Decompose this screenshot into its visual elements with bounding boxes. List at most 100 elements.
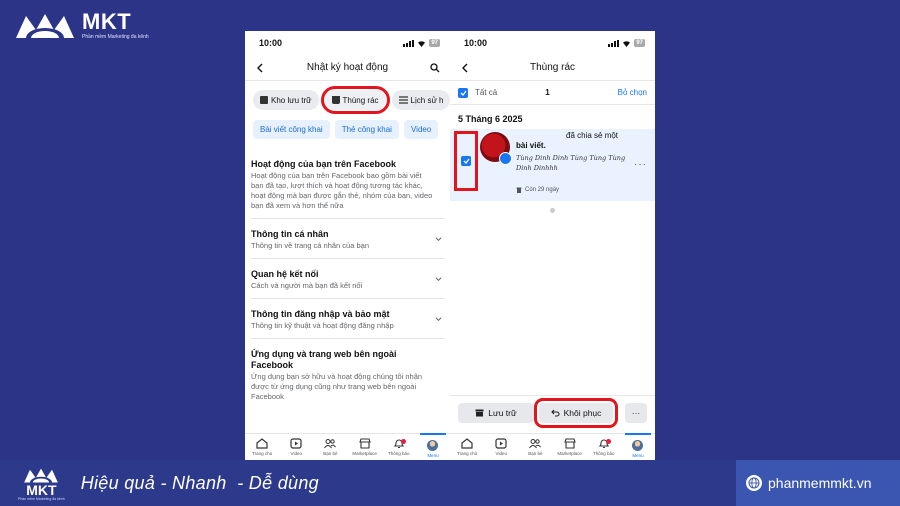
restore-button[interactable]: Khôi phục	[534, 397, 618, 428]
marketplace-icon	[563, 438, 576, 449]
tab-video[interactable]: Video	[484, 434, 518, 462]
footer-logo: MKT Phần mềm Marketing đa kênh	[18, 466, 65, 501]
tab-marketplace[interactable]: Marketplace	[348, 434, 382, 462]
deselect-button[interactable]: Bỏ chọn	[618, 88, 647, 97]
battery-icon: 97	[634, 39, 645, 47]
mkt-logo-icon	[24, 468, 59, 483]
select-all-label: Tất cả	[475, 88, 498, 97]
tab-home[interactable]: Trang chủ	[450, 434, 484, 462]
signal-icon	[403, 39, 415, 47]
tab-video[interactable]: Video	[279, 434, 313, 462]
chevron-down-icon	[435, 316, 442, 321]
loading-indicator	[550, 208, 555, 213]
list-icon	[398, 96, 408, 104]
check-icon	[460, 90, 467, 96]
back-button[interactable]	[458, 61, 472, 75]
status-bar: 10:00 97	[245, 31, 450, 55]
footer-banner: MKT Phần mềm Marketing đa kênh Hiệu quả …	[0, 460, 900, 506]
back-button[interactable]	[253, 61, 267, 75]
trash-item[interactable]: đã chia sẻ một bài viết. Tùng Dinh Dinh …	[450, 129, 655, 201]
search-button[interactable]	[428, 61, 442, 75]
archive-icon	[260, 96, 268, 104]
more-actions-button[interactable]: ···	[625, 402, 647, 423]
signal-icon	[608, 39, 620, 47]
filter-chips: Bài viết công khai Thẻ công khai Video	[245, 110, 450, 139]
avatar-icon	[632, 440, 644, 451]
item-more-button[interactable]: ···	[634, 159, 647, 170]
item-post-preview: Tùng Dinh Dinh Tùng Tùng Tùng Dinh Dinhh…	[516, 154, 626, 172]
brand-logo: MKT Phần mềm Marketing đa kênh	[14, 10, 149, 40]
tab-notifications[interactable]: Thông báo	[382, 434, 416, 462]
activity-log-screen: 10:00 97 Nhật ký hoạt động Kho lưu trữ T…	[245, 31, 450, 462]
globe-icon	[746, 475, 762, 491]
filter-public-posts[interactable]: Bài viết công khai	[253, 120, 330, 139]
select-all-row: Tất cả 1 Bỏ chọn	[450, 81, 655, 105]
archive-icon	[475, 409, 484, 416]
chip-history[interactable]: Lịch sử h	[391, 90, 450, 110]
notification-badge	[400, 439, 406, 444]
selected-count: 1	[545, 88, 550, 97]
page-title: Nhật ký hoạt động	[306, 62, 389, 73]
activity-sections: Hoạt động của bạn trên Facebook Hoạt độn…	[245, 139, 450, 409]
tab-home[interactable]: Trang chủ	[245, 434, 279, 462]
bottom-tab-bar: Trang chủ Video Bạn bè Marketplace Thông…	[245, 433, 450, 462]
brand-tagline: Phần mềm Marketing đa kênh	[82, 33, 149, 40]
category-chips: Kho lưu trữ Thùng rác Lịch sử h	[245, 81, 450, 114]
tab-friends[interactable]: Bạn bè	[518, 434, 552, 462]
filter-public-tags[interactable]: Thẻ công khai	[334, 120, 399, 139]
section-personal-info[interactable]: Thông tin cá nhân Thông tin về trang cá …	[251, 219, 444, 259]
page-title: Thùng rác	[529, 62, 576, 73]
notification-badge	[605, 439, 611, 444]
marketplace-icon	[358, 438, 371, 449]
trash-screen: 10:00 97 Thùng rác Tất cả 1 Bỏ chọn 5 Th…	[450, 31, 655, 462]
section-offsite-activity[interactable]: Ứng dụng và trang web bên ngoài Facebook…	[251, 339, 444, 409]
nav-header: Nhật ký hoạt động	[245, 55, 450, 81]
tab-notifications[interactable]: Thông báo	[587, 434, 621, 462]
status-bar: 10:00 97	[450, 31, 655, 55]
chevron-down-icon	[435, 276, 442, 281]
avatar-icon	[427, 440, 439, 451]
friends-icon	[529, 439, 542, 449]
nav-header: Thùng rác	[450, 55, 655, 81]
tab-marketplace[interactable]: Marketplace	[553, 434, 587, 462]
item-checkbox-highlight	[454, 131, 478, 191]
home-icon	[461, 438, 473, 449]
chevron-left-icon	[462, 63, 468, 72]
tab-menu[interactable]: Menu	[416, 433, 450, 462]
trash-icon	[331, 96, 340, 104]
item-checkbox[interactable]	[461, 156, 471, 166]
undo-icon	[550, 409, 560, 417]
chevron-left-icon	[257, 63, 263, 72]
website-badge[interactable]: phanmemmkt.vn	[736, 460, 900, 506]
battery-icon: 97	[429, 39, 440, 47]
tab-friends[interactable]: Bạn bè	[313, 434, 347, 462]
search-icon	[430, 62, 440, 72]
section-facebook-activity[interactable]: Hoạt động của bạn trên Facebook Hoạt độn…	[251, 153, 444, 219]
item-days-left: Còn 29 ngày	[516, 187, 559, 193]
archive-button[interactable]: Lưu trữ	[458, 402, 534, 423]
profile-badge-icon	[499, 152, 512, 165]
chip-trash[interactable]: Thùng rác	[320, 86, 390, 114]
wifi-icon	[418, 40, 426, 47]
wifi-icon	[623, 40, 631, 47]
trash-icon	[516, 187, 522, 193]
chip-archive[interactable]: Kho lưu trữ	[253, 90, 319, 110]
tab-menu[interactable]: Menu	[621, 433, 655, 462]
video-icon	[495, 438, 507, 449]
bottom-tab-bar: Trang chủ Video Bạn bè Marketplace Thông…	[450, 433, 655, 462]
section-connections[interactable]: Quan hệ kết nối Cách và người mà bạn đã …	[251, 259, 444, 299]
website-url: phanmemmkt.vn	[768, 475, 872, 491]
video-icon	[290, 438, 302, 449]
bottom-actions: Lưu trữ Khôi phục ···	[450, 395, 655, 429]
footer-slogan: Hiệu quả - Nhanh - Dễ dùng	[80, 472, 319, 493]
home-icon	[256, 438, 268, 449]
status-time: 10:00	[259, 38, 283, 48]
select-all-checkbox[interactable]	[458, 87, 468, 98]
item-description: đã chia sẻ một bài viết.	[516, 131, 619, 150]
check-icon	[463, 158, 470, 164]
section-login-security[interactable]: Thông tin đăng nhập và bảo mật Thông tin…	[251, 299, 444, 339]
date-heading: 5 Tháng 6 2025	[458, 114, 523, 124]
filter-video[interactable]: Video	[403, 120, 439, 139]
friends-icon	[324, 439, 337, 449]
brand-name: MKT	[82, 8, 132, 34]
